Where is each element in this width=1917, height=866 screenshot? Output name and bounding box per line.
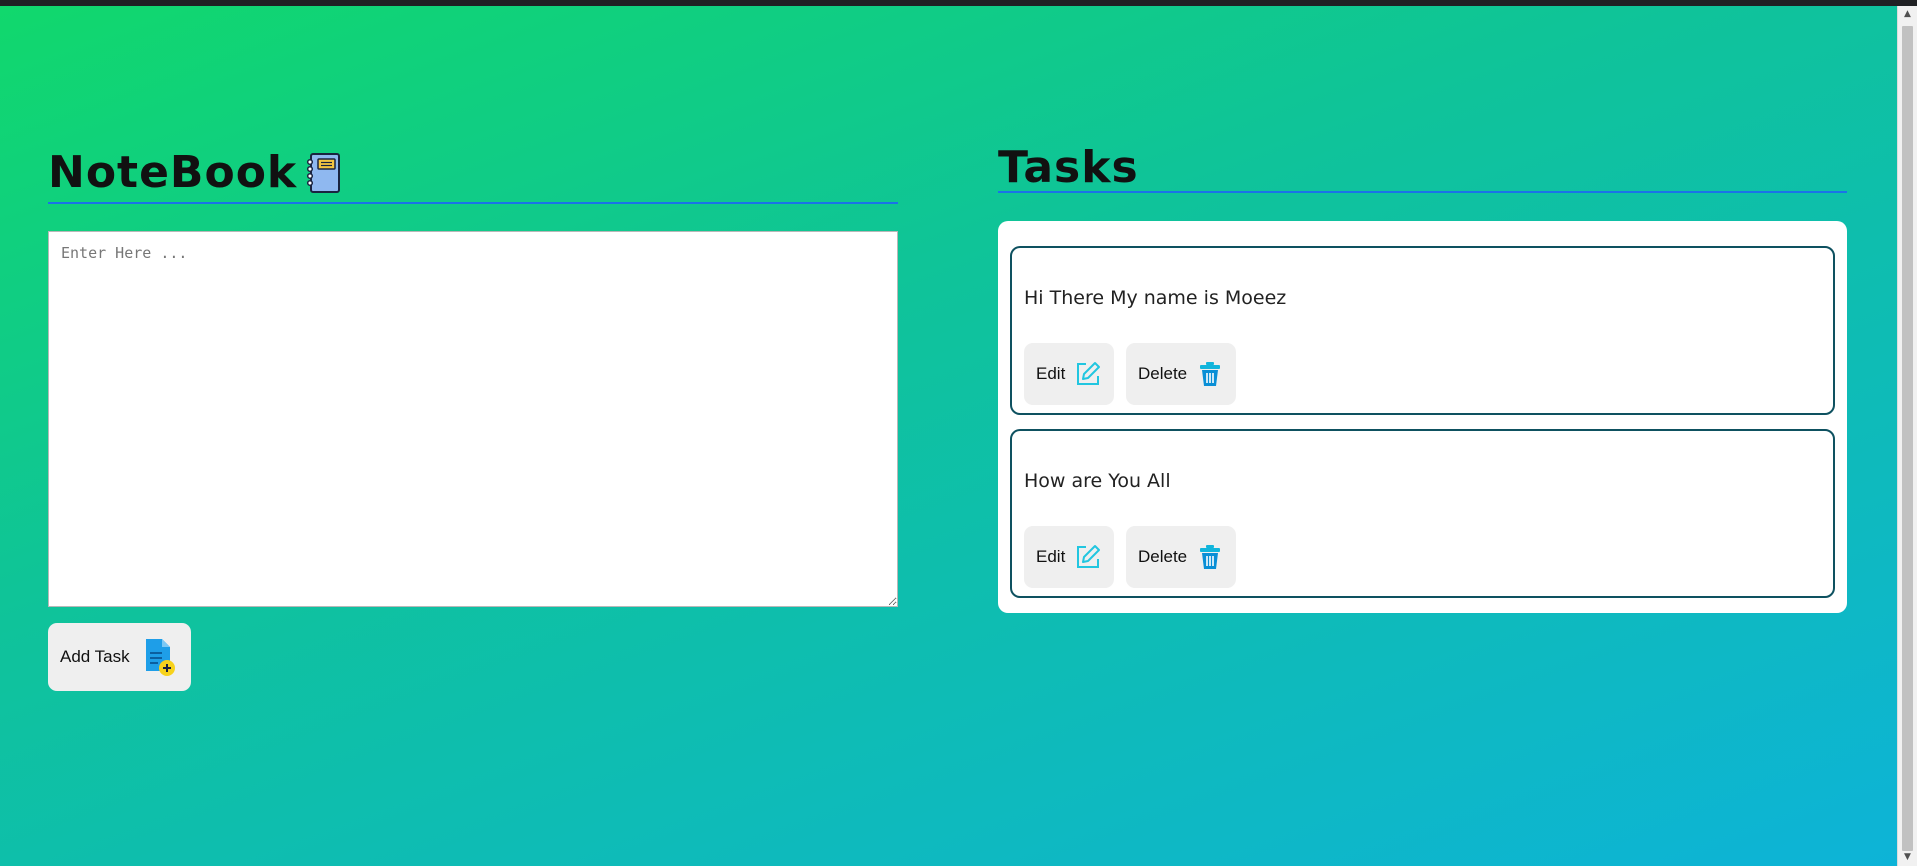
scrollbar-thumb[interactable] — [1902, 26, 1913, 851]
page-scrollbar[interactable]: ▲ ▼ — [1897, 6, 1917, 866]
task-actions: Edit Delete — [1024, 343, 1821, 405]
notebook-divider — [48, 202, 898, 204]
note-input[interactable] — [48, 231, 898, 607]
edit-icon — [1077, 362, 1100, 385]
edit-icon — [1077, 545, 1100, 568]
task-card: Hi There My name is Moeez Edit Delete — [1010, 246, 1835, 415]
trash-icon — [1200, 362, 1220, 386]
scroll-down-arrow-icon[interactable]: ▼ — [1898, 849, 1917, 866]
add-task-label: Add Task — [60, 647, 130, 666]
add-task-button[interactable]: Add Task — [48, 623, 191, 691]
delete-label: Delete — [1138, 547, 1188, 566]
edit-label: Edit — [1036, 547, 1066, 566]
edit-task-button[interactable]: Edit — [1024, 526, 1114, 588]
delete-task-button[interactable]: Delete — [1126, 343, 1236, 405]
task-text: Hi There My name is Moeez — [1024, 287, 1287, 309]
notebook-icon — [307, 153, 341, 193]
scroll-up-arrow-icon[interactable]: ▲ — [1898, 6, 1917, 23]
add-document-icon — [145, 639, 175, 676]
task-text: How are You All — [1024, 470, 1171, 492]
notebook-header: NoteBook — [48, 145, 898, 200]
notebook-title: NoteBook — [48, 147, 298, 198]
trash-icon — [1200, 545, 1220, 569]
browser-top-bar — [0, 0, 1917, 6]
task-card: How are You All Edit Delete — [1010, 429, 1835, 598]
delete-label: Delete — [1138, 364, 1188, 383]
tasks-title: Tasks — [998, 142, 1139, 193]
edit-task-button[interactable]: Edit — [1024, 343, 1114, 405]
tasks-list: Hi There My name is Moeez Edit Delete Ho… — [998, 221, 1847, 613]
task-actions: Edit Delete — [1024, 526, 1821, 588]
tasks-section: Tasks Hi There My name is Moeez Edit Del… — [998, 140, 1847, 613]
notebook-section: NoteBook Add Task — [48, 145, 898, 691]
edit-label: Edit — [1036, 364, 1066, 383]
delete-task-button[interactable]: Delete — [1126, 526, 1236, 588]
